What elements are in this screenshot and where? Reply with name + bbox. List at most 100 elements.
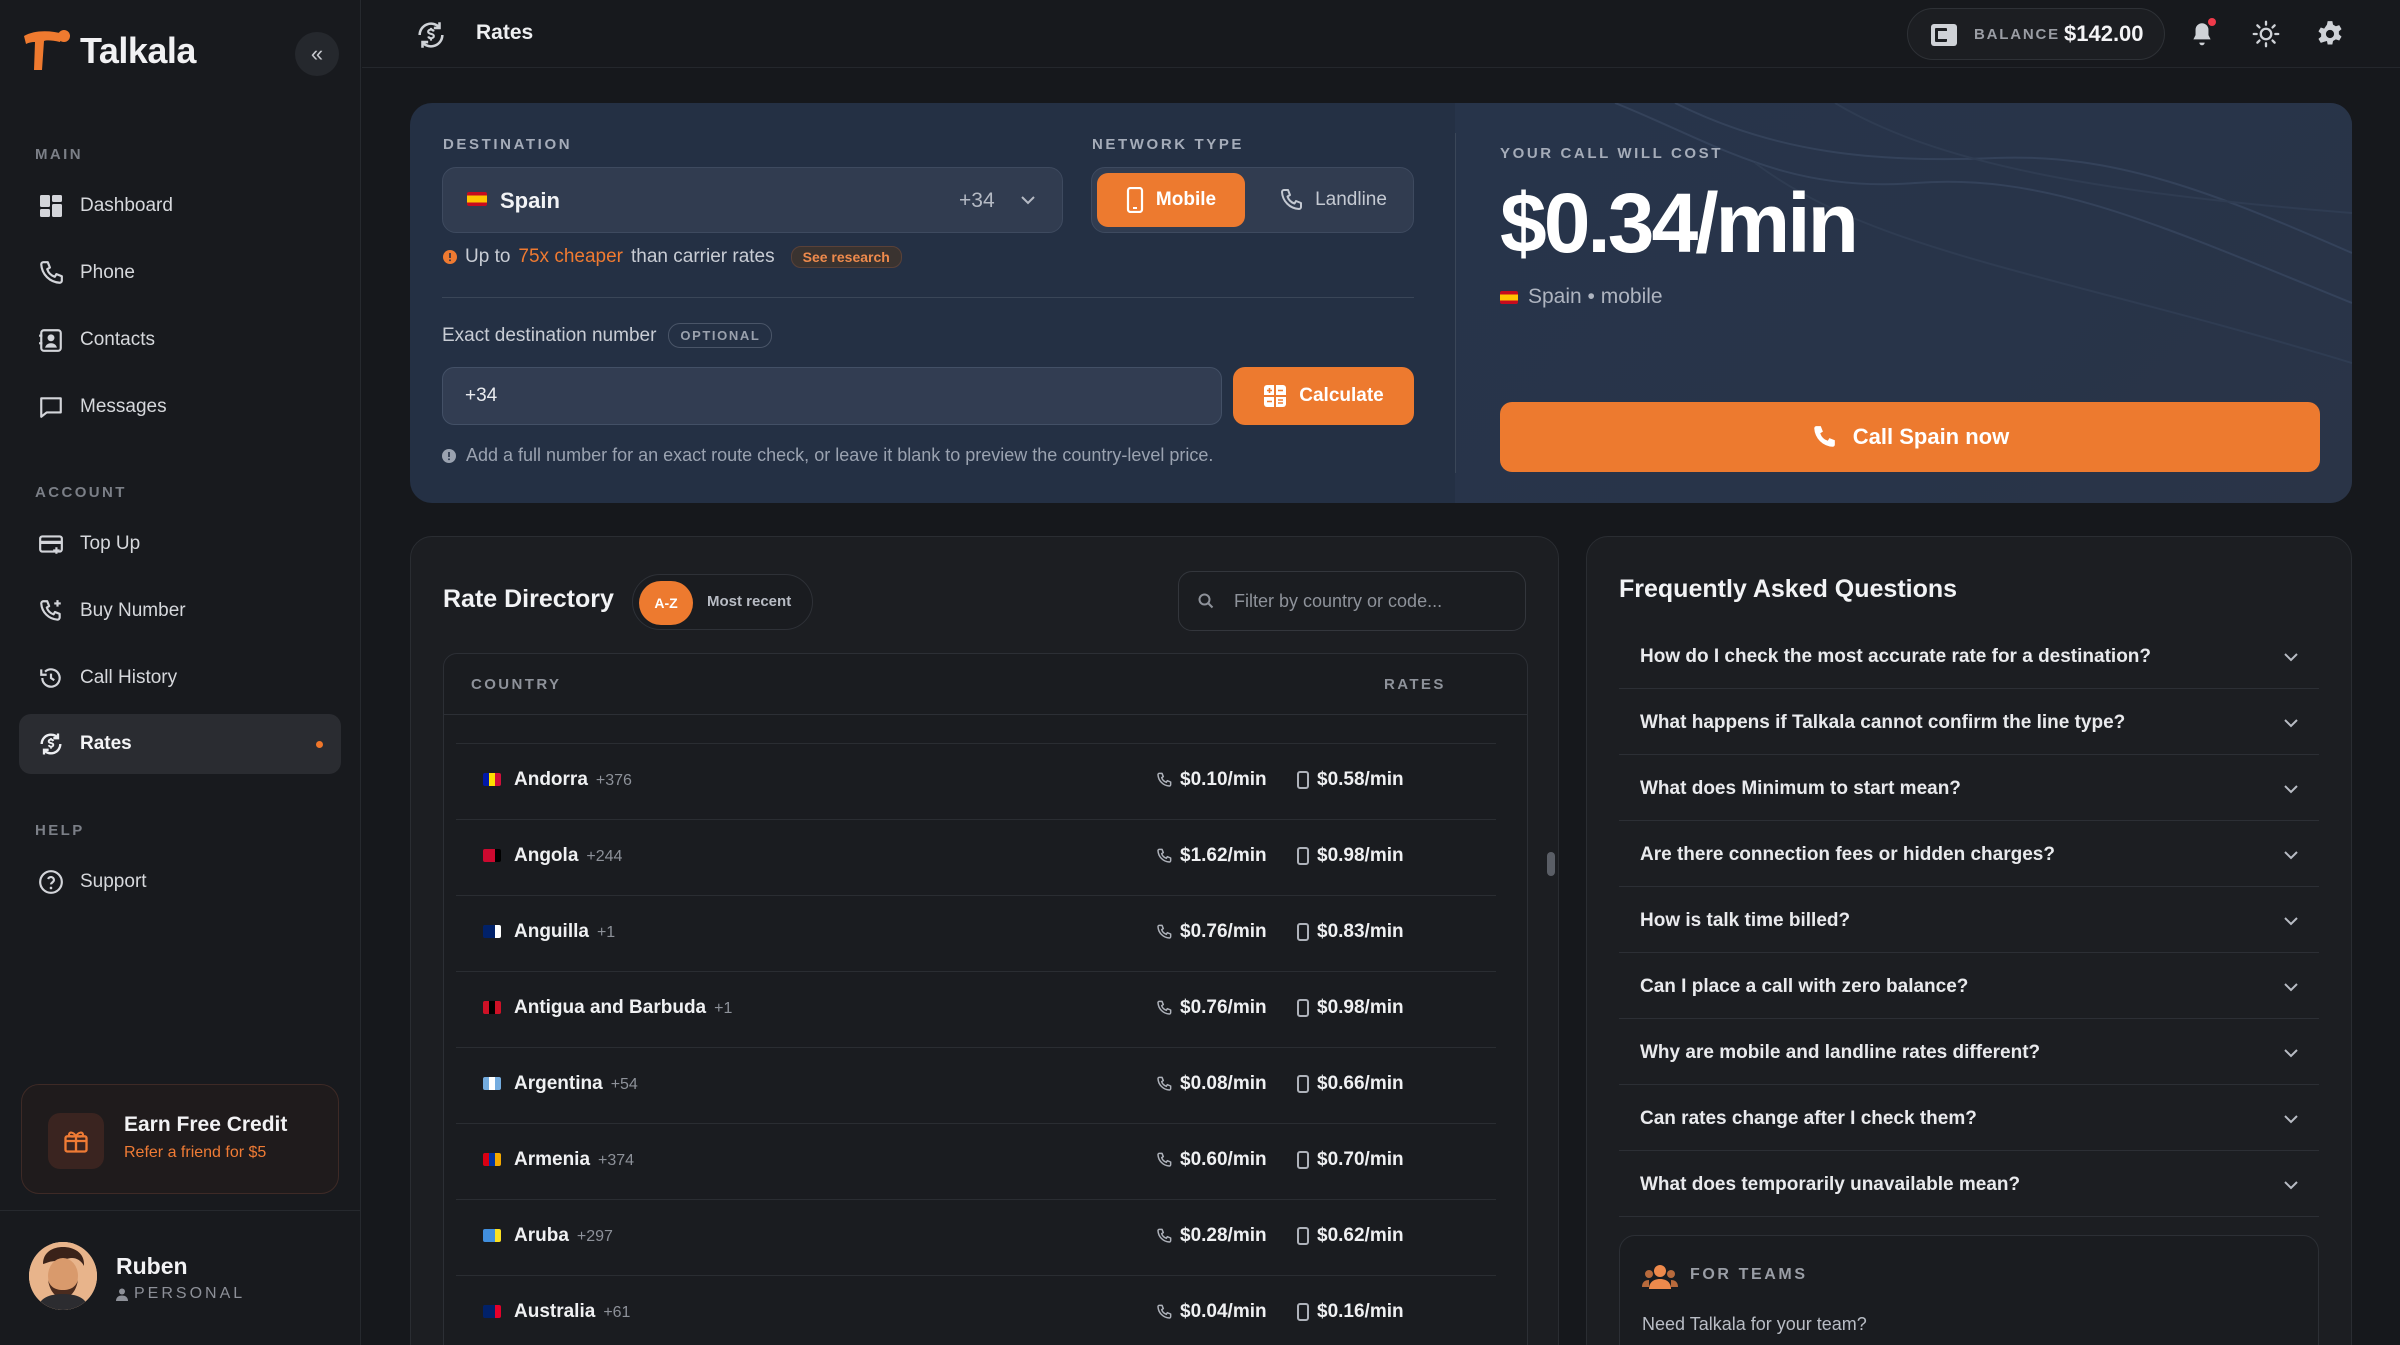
country-flag-icon xyxy=(483,849,501,862)
country-code: +374 xyxy=(598,1152,635,1169)
destination-code: +34 xyxy=(959,189,995,212)
sidebar-item-rates[interactable]: Rates xyxy=(19,714,341,774)
network-mobile-button[interactable]: Mobile xyxy=(1097,173,1245,227)
optional-badge: OPTIONAL xyxy=(668,323,773,348)
country-name: Australia +61 xyxy=(514,1301,631,1322)
for-teams-card[interactable]: FOR TEAMS Need Talkala for your team? xyxy=(1619,1235,2319,1345)
table-body: Andorra +376 $0.10/min $0.58/min Angola +244 $… xyxy=(456,743,1496,1345)
sidebar-item-phone[interactable]: Phone xyxy=(19,243,341,303)
landline-rate: $0.76/min xyxy=(1156,997,1267,1019)
balance-pill[interactable]: BALANCE $142.00 xyxy=(1907,8,2165,60)
table-row[interactable]: Armenia +374 $0.60/min $0.70/min xyxy=(456,1123,1496,1199)
faq-item[interactable]: How do I check the most accurate rate fo… xyxy=(1619,623,2319,689)
destination-select[interactable]: Spain +34 xyxy=(442,167,1063,233)
sidebar-item-label: Messages xyxy=(80,396,167,417)
see-research-link[interactable]: See research xyxy=(790,246,902,268)
faq-item[interactable]: Why are mobile and landline rates differ… xyxy=(1619,1019,2319,1085)
calculator-icon xyxy=(1264,385,1287,407)
faq-title: Frequently Asked Questions xyxy=(1619,575,1958,603)
rate-directory-panel: Rate Directory A-Z Most recent COUNTRY R… xyxy=(410,536,1559,1345)
network-type-toggle: Mobile Landline xyxy=(1091,167,1414,233)
notifications-button[interactable] xyxy=(2184,16,2220,52)
section-label-account: ACCOUNT xyxy=(35,484,127,501)
table-row[interactable]: Anguilla +1 $0.76/min $0.83/min xyxy=(456,895,1496,971)
divider xyxy=(0,1210,361,1211)
collapse-sidebar-button[interactable]: « xyxy=(295,32,339,76)
faq-item[interactable]: Can rates change after I check them? xyxy=(1619,1085,2319,1151)
for-teams-text: Need Talkala for your team? xyxy=(1642,1314,1867,1334)
chevron-down-icon xyxy=(2284,917,2298,926)
table-row[interactable]: Australia +61 $0.04/min $0.16/min xyxy=(456,1275,1496,1345)
country-name: Armenia +374 xyxy=(514,1149,635,1170)
app-name: Talkala xyxy=(80,30,196,71)
sidebar-item-top-up[interactable]: Top Up xyxy=(19,514,341,574)
sidebar-item-buy-number[interactable]: Buy Number xyxy=(19,581,341,641)
filter-input[interactable] xyxy=(1234,572,1514,630)
info-dot-icon xyxy=(443,250,457,264)
sidebar-item-call-history[interactable]: Call History xyxy=(19,648,341,708)
landline-rate: $0.60/min xyxy=(1156,1149,1267,1171)
table-row[interactable]: Angola +244 $1.62/min $0.98/min xyxy=(456,819,1496,895)
phone-icon xyxy=(1157,1228,1172,1243)
sidebar-item-label: Support xyxy=(80,871,147,892)
spain-flag-icon xyxy=(1500,290,1518,304)
theme-toggle-button[interactable] xyxy=(2248,16,2284,52)
mobile-icon xyxy=(1297,923,1309,941)
cost-value: $0.34/min xyxy=(1500,176,1859,270)
call-now-label: Call Spain now xyxy=(1852,424,2010,449)
avatar[interactable] xyxy=(29,1242,97,1310)
country-code: +376 xyxy=(595,772,632,789)
sort-recent-button[interactable]: Most recent xyxy=(707,593,791,610)
destination-number-input[interactable] xyxy=(442,367,1222,425)
chevron-down-icon xyxy=(2284,653,2298,662)
table-row[interactable]: Andorra +376 $0.10/min $0.58/min xyxy=(456,743,1496,819)
faq-item[interactable]: What does temporarily unavailable mean? xyxy=(1619,1151,2319,1217)
sidebar-item-messages[interactable]: Messages xyxy=(19,377,341,437)
number-hint-text: Add a full number for an exact route che… xyxy=(466,445,1214,465)
call-now-button[interactable]: Call Spain now xyxy=(1500,402,2320,472)
phone-icon xyxy=(1814,426,1835,447)
phone-icon xyxy=(1157,1152,1172,1167)
section-label-main: MAIN xyxy=(35,146,83,163)
mobile-icon xyxy=(1126,187,1144,213)
chevron-down-icon xyxy=(2284,851,2298,860)
number-hint: Add a full number for an exact route che… xyxy=(442,445,1213,466)
network-landline-button[interactable]: Landline xyxy=(1257,173,1409,227)
faq-item[interactable]: What does Minimum to start mean? xyxy=(1619,755,2319,821)
phone-icon xyxy=(1157,1000,1172,1015)
country-name: Anguilla +1 xyxy=(514,921,616,942)
faq-item[interactable]: Are there connection fees or hidden char… xyxy=(1619,821,2319,887)
sidebar-item-contacts[interactable]: Contacts xyxy=(19,310,341,370)
chevron-down-icon xyxy=(2284,785,2298,794)
logo[interactable]: Talkala xyxy=(20,28,196,74)
faq-item[interactable]: Can I place a call with zero balance? xyxy=(1619,953,2319,1019)
sidebar-item-dashboard[interactable]: Dashboard xyxy=(19,176,341,236)
phone-icon xyxy=(1157,1076,1172,1091)
settings-button[interactable] xyxy=(2312,16,2348,52)
faq-question: Can I place a call with zero balance? xyxy=(1640,976,1969,997)
calculate-button[interactable]: Calculate xyxy=(1233,367,1414,425)
earn-credit-card[interactable]: Earn Free Credit Refer a friend for $5 xyxy=(21,1084,339,1194)
dashboard-icon xyxy=(36,191,66,221)
sidebar-item-support[interactable]: Support xyxy=(19,852,341,912)
scrollbar-thumb[interactable] xyxy=(1547,852,1555,876)
table-row[interactable]: Aruba +297 $0.28/min $0.62/min xyxy=(456,1199,1496,1275)
faq-question: How do I check the most accurate rate fo… xyxy=(1640,646,2152,667)
faq-item[interactable]: How is talk time billed? xyxy=(1619,887,2319,953)
landline-rate: $0.04/min xyxy=(1156,1301,1267,1323)
network-type-label: NETWORK TYPE xyxy=(1092,136,1245,153)
faq-item[interactable]: What happens if Talkala cannot confirm t… xyxy=(1619,689,2319,755)
divider xyxy=(442,297,1414,298)
faq-panel: Frequently Asked Questions How do I chec… xyxy=(1586,536,2352,1345)
sort-toggle: A-Z Most recent xyxy=(632,574,813,630)
country-code: +297 xyxy=(576,1228,613,1245)
sort-az-button[interactable]: A-Z xyxy=(639,581,693,625)
table-row[interactable]: Antigua and Barbuda +1 $0.76/min $0.98/min xyxy=(456,971,1496,1047)
mobile-icon xyxy=(1297,1303,1309,1321)
network-mobile-label: Mobile xyxy=(1155,189,1217,210)
for-teams-label: FOR TEAMS xyxy=(1690,1266,1808,1283)
contacts-icon xyxy=(36,325,66,355)
table-row[interactable]: Argentina +54 $0.08/min $0.66/min xyxy=(456,1047,1496,1123)
users-icon xyxy=(1642,1262,1678,1295)
sidebar-item-label: Top Up xyxy=(80,533,141,554)
